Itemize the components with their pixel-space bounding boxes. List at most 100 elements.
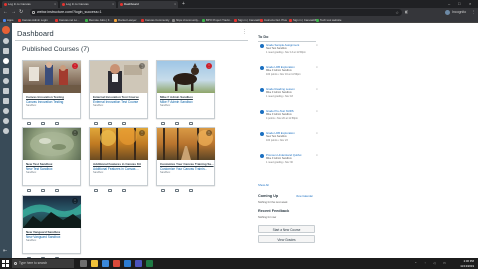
course-card[interactable]: ⋮ Customize Your Canvas Training Sa... C… <box>156 127 215 192</box>
close-tab-icon[interactable]: × <box>174 1 176 8</box>
collapse-nav-icon[interactable]: ⇤ <box>3 248 7 254</box>
todo-item[interactable]: Grade Reading Lesson Mike F Admin Sandbox… <box>258 87 318 106</box>
card-options-icon[interactable]: ⋮ <box>72 130 78 136</box>
card-options-icon[interactable]: ⋮ <box>206 63 212 69</box>
bookmark-star-icon[interactable]: ☆ <box>395 9 399 16</box>
course-name[interactable]: External Innovation Test Course <box>93 100 147 104</box>
announcements-icon[interactable] <box>161 121 165 125</box>
browser-menu-icon[interactable]: ⋮ <box>472 9 476 16</box>
courses-icon[interactable] <box>3 68 9 74</box>
assignments-icon[interactable] <box>108 121 112 125</box>
inbox-icon[interactable] <box>3 98 9 104</box>
announcements-icon[interactable] <box>94 188 98 192</box>
announcements-icon[interactable] <box>94 121 98 125</box>
admin-icon[interactable] <box>3 48 9 54</box>
address-bar[interactable]: webcr.instructure.com/?login_success=1 ☆ <box>30 9 402 16</box>
task-view-icon[interactable] <box>80 260 87 267</box>
browser-tab-3[interactable]: Dashboard × <box>118 1 178 8</box>
discussions-icon[interactable] <box>122 188 126 192</box>
course-nickname[interactable]: New Test Sandbox <box>26 162 52 166</box>
taskbar-search-input[interactable]: Type here to search <box>12 259 74 268</box>
reload-icon[interactable]: ↻ <box>19 9 23 16</box>
volume-icon[interactable]: ◁ <box>433 261 435 265</box>
dashboard-icon[interactable] <box>3 58 9 64</box>
course-card[interactable]: ⋮ Additional Features in Canvas Kit Addi… <box>89 127 148 192</box>
calendar-icon[interactable] <box>3 88 9 94</box>
todo-item[interactable]: Grade Sample Assignment New Test Sandbox 1… <box>258 43 318 62</box>
view-calendar-link[interactable]: View Calendar <box>296 195 313 198</box>
course-card[interactable]: ⋮ External Innovation Test Course Extern… <box>89 60 148 125</box>
discussions-icon[interactable] <box>189 121 193 125</box>
dismiss-icon[interactable]: × <box>316 43 318 47</box>
browser-tab-1[interactable]: Log In to Canvas × <box>2 1 58 8</box>
dismiss-icon[interactable]: × <box>316 87 318 91</box>
course-card[interactable]: ⋮ Canvas Innovation Testing Canvas Innov… <box>22 60 81 125</box>
start-new-course-button[interactable]: Start a New Course <box>258 225 315 233</box>
card-options-icon[interactable]: ⋮ <box>139 130 145 136</box>
discussions-icon[interactable] <box>189 188 193 192</box>
profile-avatar[interactable] <box>445 10 450 15</box>
back-icon[interactable]: ← <box>3 9 8 16</box>
maximize-icon[interactable]: □ <box>458 1 460 7</box>
assignments-icon[interactable] <box>175 121 179 125</box>
network-icon[interactable]: ◔ <box>424 261 426 265</box>
course-name[interactable]: Additional Features in Canvas ... <box>93 167 147 171</box>
dismiss-icon[interactable]: × <box>316 109 318 113</box>
announcements-icon[interactable] <box>27 121 31 125</box>
browser-tab-2[interactable]: Log In to Canvas × <box>60 1 116 8</box>
todo-item[interactable]: Pronoun-Understand Quizlet Mike F Admin S… <box>258 153 318 175</box>
close-tab-icon[interactable]: × <box>112 1 114 8</box>
close-tab-icon[interactable]: × <box>54 1 56 8</box>
tray-up-icon[interactable]: ^ <box>415 261 416 265</box>
course-nickname[interactable]: Additional Features in Canvas Kit <box>93 162 141 166</box>
close-window-icon[interactable]: × <box>469 1 471 7</box>
todo-item[interactable]: Grade Pre-Test NURS Mike F Admin Sandbox 4… <box>258 109 318 128</box>
assignments-icon[interactable] <box>41 188 45 192</box>
card-options-icon[interactable]: ⋮ <box>206 130 212 136</box>
course-card[interactable]: ⋮ Mike F Admin Sandbox Mike F Admin Sand… <box>156 60 215 125</box>
new-tab-button[interactable]: + <box>182 1 185 8</box>
dismiss-icon[interactable]: × <box>316 153 318 157</box>
groups-icon[interactable] <box>3 78 9 84</box>
announcements-icon[interactable] <box>161 188 165 192</box>
edge-icon[interactable] <box>102 260 109 267</box>
history-icon[interactable] <box>3 108 9 114</box>
discussions-icon[interactable] <box>55 121 59 125</box>
course-nickname[interactable]: External Innovation Test Course <box>93 95 139 99</box>
discussions-icon[interactable] <box>55 188 59 192</box>
announcements-icon[interactable] <box>27 188 31 192</box>
dismiss-icon[interactable]: × <box>316 65 318 69</box>
forward-icon[interactable]: → <box>11 9 16 16</box>
card-options-icon[interactable]: ⋮ <box>139 63 145 69</box>
todo-item[interactable]: Grade LDB Exploration New Test Sandbox 100… <box>258 131 318 150</box>
course-name[interactable]: New Test Sandbox <box>26 167 80 171</box>
assignments-icon[interactable] <box>108 188 112 192</box>
todo-item[interactable]: Grade LDB Exploration Mike F Admin Sandbo… <box>258 65 318 84</box>
minimize-icon[interactable]: – <box>448 1 450 7</box>
institution-logo-icon[interactable] <box>2 26 10 34</box>
dashboard-options-icon[interactable]: ⋮ <box>242 29 247 35</box>
show-all-link[interactable]: Show All <box>258 183 269 187</box>
assignments-icon[interactable] <box>175 188 179 192</box>
course-nickname[interactable]: Mike F Admin Sandbox <box>160 95 193 99</box>
discussions-icon[interactable] <box>122 121 126 125</box>
file-explorer-icon[interactable] <box>91 260 98 267</box>
card-options-icon[interactable]: ⋮ <box>72 63 78 69</box>
assignments-icon[interactable] <box>41 121 45 125</box>
card-options-icon[interactable]: ⋮ <box>72 198 78 204</box>
course-name[interactable]: Canvas Innovation Testing <box>26 100 80 104</box>
chrome-icon[interactable] <box>113 260 120 267</box>
taskbar-clock[interactable]: 2:06 PM 11/13/2019 <box>456 259 474 268</box>
course-name[interactable]: Customize Your Canvas Trainin... <box>160 167 214 171</box>
help-icon[interactable] <box>3 128 9 134</box>
battery-icon[interactable]: ▭ <box>443 261 446 265</box>
commons-icon[interactable] <box>3 118 9 124</box>
excel-icon[interactable] <box>146 260 153 267</box>
course-nickname[interactable]: Canvas Innovation Testing <box>26 95 64 99</box>
view-grades-button[interactable]: View Grades <box>258 235 315 243</box>
course-card[interactable]: ⋮ New Test Sandbox New Test Sandbox Sand… <box>22 127 81 192</box>
windows-start-icon[interactable] <box>2 260 9 267</box>
course-name[interactable]: New Vanguard Sandbox <box>26 235 80 239</box>
teams-icon[interactable] <box>135 260 142 267</box>
extension-icon[interactable]: ◧ <box>405 9 408 16</box>
